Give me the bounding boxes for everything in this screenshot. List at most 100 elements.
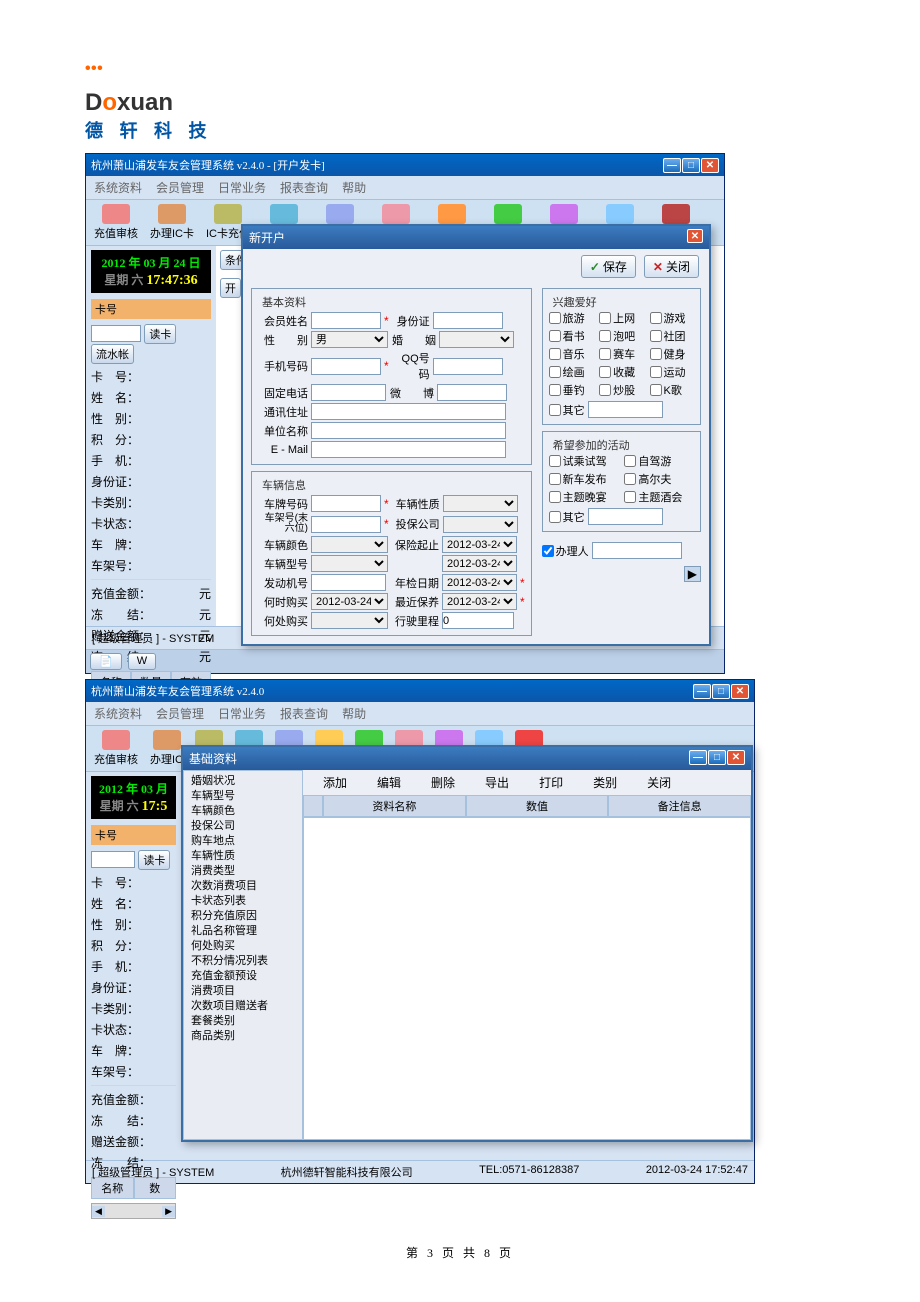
operator-input[interactable] — [592, 542, 682, 559]
tool-ic-card[interactable]: 办理IC卡 — [147, 202, 197, 243]
nature-select[interactable] — [443, 495, 518, 512]
hobby-checkbox[interactable]: 音乐 — [549, 346, 593, 362]
menu-item[interactable]: 系统资料 — [94, 705, 142, 722]
export-button[interactable]: 导出 — [485, 774, 509, 791]
close-icon[interactable]: ✕ — [701, 158, 719, 173]
maximize-icon[interactable]: □ — [708, 750, 726, 765]
open-button[interactable]: 开 — [220, 278, 241, 298]
h-scrollbar[interactable]: ◀▶ — [91, 1203, 176, 1219]
company-input[interactable] — [311, 422, 506, 439]
ins-end-select[interactable]: 2012-03-24 — [442, 555, 517, 572]
menu-item[interactable]: 会员管理 — [156, 705, 204, 722]
activity-checkbox[interactable]: 主题晚宴 — [549, 489, 619, 505]
hobby-checkbox[interactable]: 游戏 — [650, 310, 694, 326]
buy-date-select[interactable]: 2012-03-24 — [311, 593, 388, 610]
menu-item[interactable]: 帮助 — [342, 179, 366, 196]
flow-button[interactable]: 流水帐 — [91, 344, 134, 364]
scroll-right-icon[interactable]: ▶ — [684, 566, 701, 582]
activity-checkbox[interactable]: 高尔夫 — [624, 471, 694, 487]
insco-select[interactable] — [443, 516, 518, 533]
hobby-checkbox[interactable]: 赛车 — [599, 346, 643, 362]
minimize-icon[interactable]: — — [663, 158, 681, 173]
menu-item[interactable]: 报表查询 — [280, 705, 328, 722]
menu-item[interactable]: 日常业务 — [218, 705, 266, 722]
tree-item[interactable]: 次数消费项目 — [187, 879, 299, 894]
addr-input[interactable] — [311, 403, 506, 420]
tree-item[interactable]: 消费类型 — [187, 864, 299, 879]
close-icon[interactable]: ✕ — [687, 229, 703, 243]
hobby-checkbox[interactable]: K歌 — [650, 382, 694, 398]
menu-item[interactable]: 报表查询 — [280, 179, 328, 196]
email-input[interactable] — [311, 441, 506, 458]
model-select[interactable] — [311, 555, 388, 572]
tree-item[interactable]: 不积分情况列表 — [187, 954, 299, 969]
tree-item[interactable]: 车辆性质 — [187, 849, 299, 864]
maint-date-select[interactable]: 2012-03-24 — [442, 593, 517, 610]
data-grid[interactable] — [303, 817, 751, 1140]
hobby-checkbox[interactable]: 社团 — [650, 328, 694, 344]
name-input[interactable] — [311, 312, 381, 329]
activity-checkbox[interactable]: 自驾游 — [624, 453, 694, 469]
tree-item[interactable]: 消费项目 — [187, 984, 299, 999]
tool-recharge-audit[interactable]: 充值审核 — [91, 728, 141, 769]
dialog-titlebar[interactable]: 基础资料 — □ ✕ — [183, 747, 751, 770]
tel-input[interactable] — [311, 384, 386, 401]
maximize-icon[interactable]: □ — [712, 684, 730, 699]
sex-select[interactable]: 男 — [311, 331, 388, 348]
marriage-select[interactable] — [439, 331, 514, 348]
hobby-checkbox[interactable]: 运动 — [650, 364, 694, 380]
menu-item[interactable]: 日常业务 — [218, 179, 266, 196]
tree-item[interactable]: 积分充值原因 — [187, 909, 299, 924]
menu-item[interactable]: 帮助 — [342, 705, 366, 722]
tree-item[interactable]: 套餐类别 — [187, 1014, 299, 1029]
close-button[interactable]: ✕关闭 — [644, 255, 699, 278]
save-button[interactable]: ✓保存 — [581, 255, 636, 278]
close-icon[interactable]: ✕ — [727, 750, 745, 765]
plate-input[interactable] — [311, 495, 381, 512]
task-item[interactable]: W — [128, 653, 156, 670]
other-checkbox[interactable] — [549, 511, 561, 523]
tree-item[interactable]: 卡状态列表 — [187, 894, 299, 909]
tree-item[interactable]: 车辆型号 — [187, 789, 299, 804]
task-item[interactable]: 📄 — [90, 653, 122, 670]
qq-input[interactable] — [433, 358, 503, 375]
delete-button[interactable]: 删除 — [431, 774, 455, 791]
tree-item[interactable]: 礼品名称管理 — [187, 924, 299, 939]
other-input[interactable] — [588, 401, 663, 418]
other-activity-input[interactable] — [588, 508, 663, 525]
color-select[interactable] — [311, 536, 388, 553]
hobby-checkbox[interactable]: 泡吧 — [599, 328, 643, 344]
tree-item[interactable]: 婚姻状况 — [187, 774, 299, 789]
hobby-checkbox[interactable]: 炒股 — [599, 382, 643, 398]
hobby-checkbox[interactable]: 健身 — [650, 346, 694, 362]
check-date-select[interactable]: 2012-03-24 — [442, 574, 517, 591]
card-input[interactable] — [91, 851, 135, 868]
tree-item[interactable]: 次数项目赠送者 — [187, 999, 299, 1014]
tree-item[interactable]: 投保公司 — [187, 819, 299, 834]
maximize-icon[interactable]: □ — [682, 158, 700, 173]
buy-where-select[interactable] — [311, 612, 388, 629]
read-card-button[interactable]: 读卡 — [138, 850, 170, 870]
close-button[interactable]: 关闭 — [647, 774, 671, 791]
hobby-checkbox[interactable]: 看书 — [549, 328, 593, 344]
add-button[interactable]: 添加 — [323, 774, 347, 791]
category-button[interactable]: 类别 — [593, 774, 617, 791]
other-checkbox[interactable] — [549, 404, 561, 416]
edit-button[interactable]: 编辑 — [377, 774, 401, 791]
minimize-icon[interactable]: — — [689, 750, 707, 765]
activity-checkbox[interactable]: 新车发布 — [549, 471, 619, 487]
tree-item[interactable]: 商品类别 — [187, 1029, 299, 1044]
ins-start-select[interactable]: 2012-03-24 — [442, 536, 517, 553]
tree-item[interactable]: 充值金额预设 — [187, 969, 299, 984]
titlebar[interactable]: 杭州萧山浦发车友会管理系统 v2.4.0 — □ ✕ — [86, 680, 754, 702]
menu-item[interactable]: 系统资料 — [94, 179, 142, 196]
hobby-checkbox[interactable]: 上网 — [599, 310, 643, 326]
tree-item[interactable]: 购车地点 — [187, 834, 299, 849]
hobby-checkbox[interactable]: 垂钓 — [549, 382, 593, 398]
hobby-checkbox[interactable]: 绘画 — [549, 364, 593, 380]
engine-input[interactable] — [311, 574, 386, 591]
tree-item[interactable]: 何处购买 — [187, 939, 299, 954]
mobile-input[interactable] — [311, 358, 381, 375]
card-input[interactable] — [91, 325, 141, 342]
tool-recharge-audit[interactable]: 充值审核 — [91, 202, 141, 243]
